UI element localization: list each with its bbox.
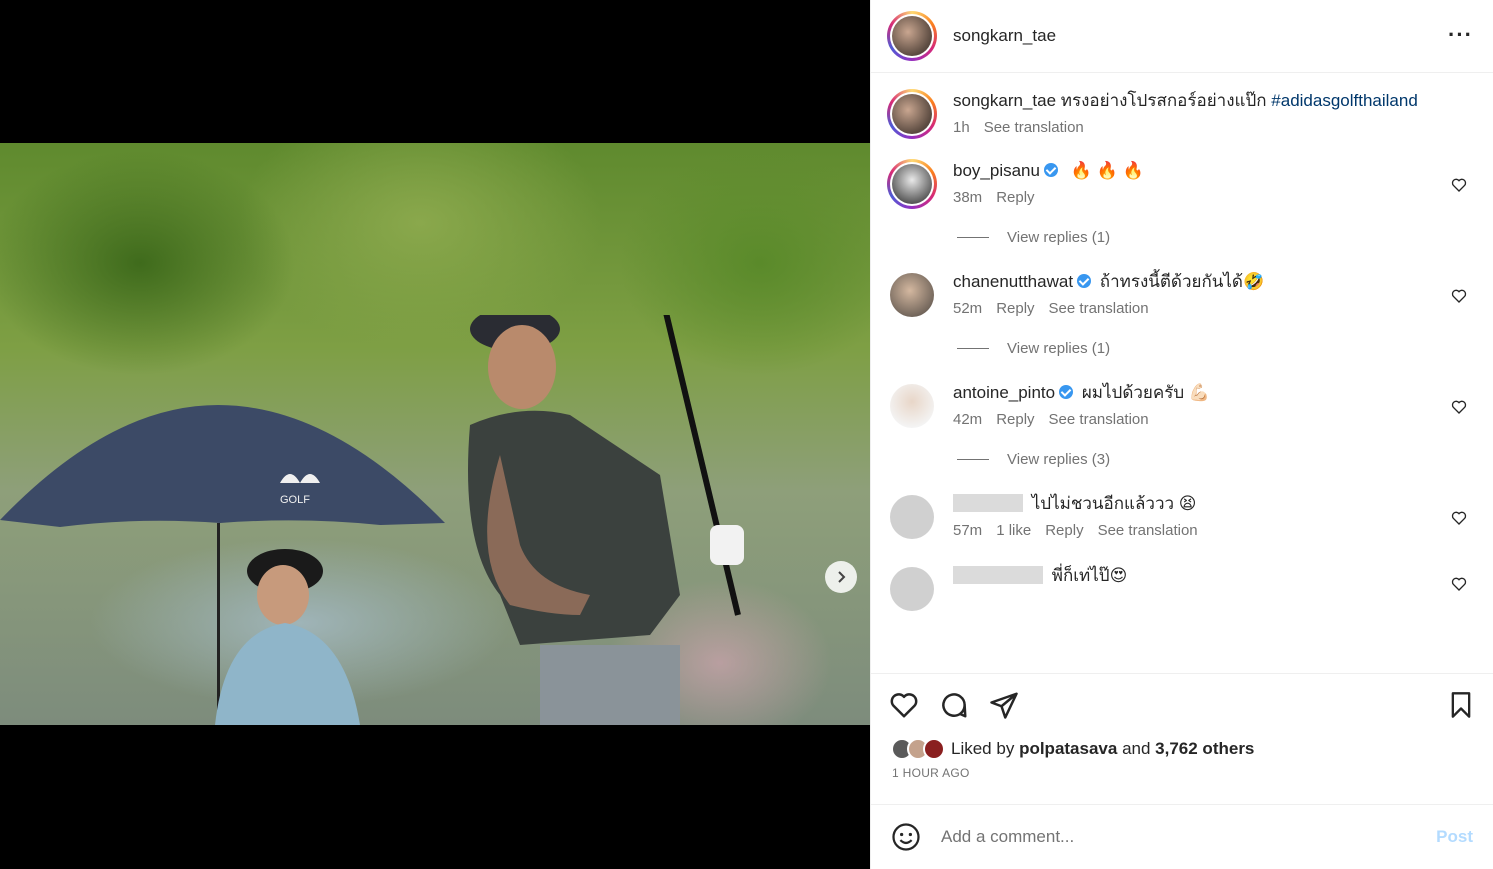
heart-icon[interactable] xyxy=(1451,399,1467,415)
heart-icon[interactable] xyxy=(1451,177,1467,193)
comment-item: antoine_pinto ผมไปด้วยครับ 💪🏻 42m Reply … xyxy=(887,357,1477,431)
comment-time: 57m xyxy=(953,522,983,539)
golfer-figure xyxy=(468,315,744,725)
author-username[interactable]: songkarn_tae xyxy=(953,26,1056,46)
view-replies-label: View replies (1) xyxy=(1007,340,1111,357)
caption-avatar[interactable] xyxy=(887,89,937,139)
media-panel: GOLF xyxy=(0,0,870,869)
like-count[interactable]: 3,762 others xyxy=(1155,739,1254,759)
verified-badge-icon xyxy=(1043,163,1058,177)
verified-badge-icon xyxy=(1059,385,1074,399)
post-dialog: GOLF songkarn_tae ··· songkarn_tae ทรงอย… xyxy=(0,0,1493,869)
comments-list: songkarn_tae ทรงอย่างโปรสกอร์อย่างแป๊ก #… xyxy=(871,73,1493,673)
heart-icon[interactable] xyxy=(1451,510,1467,526)
liked-by-prefix: Liked by xyxy=(951,739,1015,758)
comment-icon[interactable] xyxy=(939,690,969,720)
comment-text: ผมไปด้วยครับ 💪🏻 xyxy=(1081,383,1211,402)
liker-avatars xyxy=(891,738,945,760)
view-replies-label: View replies (3) xyxy=(1007,451,1111,468)
comment-username[interactable]: antoine_pinto xyxy=(953,383,1055,402)
heart-icon[interactable] xyxy=(1451,288,1467,304)
comment-text: ถ้าทรงนี้ตีด้วยกันได้🤣 xyxy=(1099,272,1265,291)
bookmark-icon[interactable] xyxy=(1447,690,1475,720)
like-heart-icon[interactable] xyxy=(889,690,919,720)
reply-button[interactable]: Reply xyxy=(996,189,1034,206)
commenter-avatar[interactable] xyxy=(890,273,934,317)
liker-username[interactable]: polpatasava xyxy=(1019,739,1117,759)
comment-item: chanenutthawat ถ้าทรงนี้ตีด้วยกันได้🤣 52… xyxy=(887,246,1477,320)
caption-time: 1h xyxy=(953,119,970,136)
commenter-avatar[interactable] xyxy=(887,159,937,209)
details-panel: songkarn_tae ··· songkarn_tae ทรงอย่างโป… xyxy=(870,0,1493,869)
emoji-icon[interactable] xyxy=(891,822,921,852)
caption: songkarn_tae ทรงอย่างโปรสกอร์อย่างแป๊ก #… xyxy=(887,73,1477,139)
comment-username[interactable]: chanenutthawat xyxy=(953,272,1073,291)
redacted-username xyxy=(953,566,1043,584)
comment-item: พี่ก็เท่ไป๊😍 xyxy=(887,542,1477,614)
comment-text: 🔥 🔥 🔥 xyxy=(1070,161,1144,180)
post-photo[interactable]: GOLF xyxy=(0,143,870,725)
post-timestamp[interactable]: 1 HOUR AGO xyxy=(892,766,1493,780)
comment-input[interactable] xyxy=(941,827,1437,847)
see-translation-link[interactable]: See translation xyxy=(984,119,1084,136)
see-translation-link[interactable]: See translation xyxy=(1049,411,1149,428)
chevron-right-icon xyxy=(838,571,846,583)
more-options-icon[interactable]: ··· xyxy=(1448,22,1473,48)
author-avatar[interactable] xyxy=(887,11,937,61)
see-translation-link[interactable]: See translation xyxy=(1049,300,1149,317)
view-replies-button[interactable]: View replies (1) xyxy=(957,229,1477,246)
action-bar: Liked by polpatasava and 3,762 others 1 … xyxy=(871,673,1493,805)
comment-item: boy_pisanu 🔥 🔥 🔥 38m Reply xyxy=(887,139,1477,209)
commenter-avatar[interactable] xyxy=(890,567,934,611)
post-button[interactable]: Post xyxy=(1436,827,1473,847)
caption-username[interactable]: songkarn_tae xyxy=(953,91,1056,110)
comment-time: 52m xyxy=(953,300,983,317)
comment-composer: Post xyxy=(871,804,1493,869)
verified-badge-icon xyxy=(1077,274,1092,288)
caption-hashtag[interactable]: #adidasgolfthailand xyxy=(1271,91,1418,110)
comment-text: ไปไม่ชวนอีกแล้ววว 😫 xyxy=(1031,494,1197,513)
reply-button[interactable]: Reply xyxy=(996,411,1034,428)
comment-like-count[interactable]: 1 like xyxy=(996,522,1031,539)
comment-time: 38m xyxy=(953,189,983,206)
caddie-figure xyxy=(215,523,360,725)
liked-by-and: and xyxy=(1122,739,1151,758)
share-icon[interactable] xyxy=(989,690,1019,720)
comment-item: ไปไม่ชวนอีกแล้ววว 😫 57m 1 like Reply See… xyxy=(887,468,1477,542)
comment-time: 42m xyxy=(953,411,983,428)
caption-text: ทรงอย่างโปรสกอร์อย่างแป๊ก xyxy=(1060,91,1267,110)
reply-button[interactable]: Reply xyxy=(1045,522,1083,539)
view-replies-button[interactable]: View replies (1) xyxy=(957,340,1477,357)
likes-summary[interactable]: Liked by polpatasava and 3,762 others xyxy=(891,738,1493,760)
comment-text: พี่ก็เท่ไป๊😍 xyxy=(1051,566,1128,585)
comment-username[interactable]: boy_pisanu xyxy=(953,161,1040,180)
heart-icon[interactable] xyxy=(1451,576,1467,592)
redacted-username xyxy=(953,494,1023,512)
svg-text:GOLF: GOLF xyxy=(280,494,310,506)
next-slide-button[interactable] xyxy=(825,561,857,593)
commenter-avatar[interactable] xyxy=(890,384,934,428)
view-replies-button[interactable]: View replies (3) xyxy=(957,451,1477,468)
commenter-avatar[interactable] xyxy=(890,495,934,539)
post-header: songkarn_tae ··· xyxy=(871,0,1493,73)
view-replies-label: View replies (1) xyxy=(1007,229,1111,246)
reply-button[interactable]: Reply xyxy=(996,300,1034,317)
see-translation-link[interactable]: See translation xyxy=(1098,522,1198,539)
umbrella-graphic: GOLF xyxy=(0,405,445,527)
